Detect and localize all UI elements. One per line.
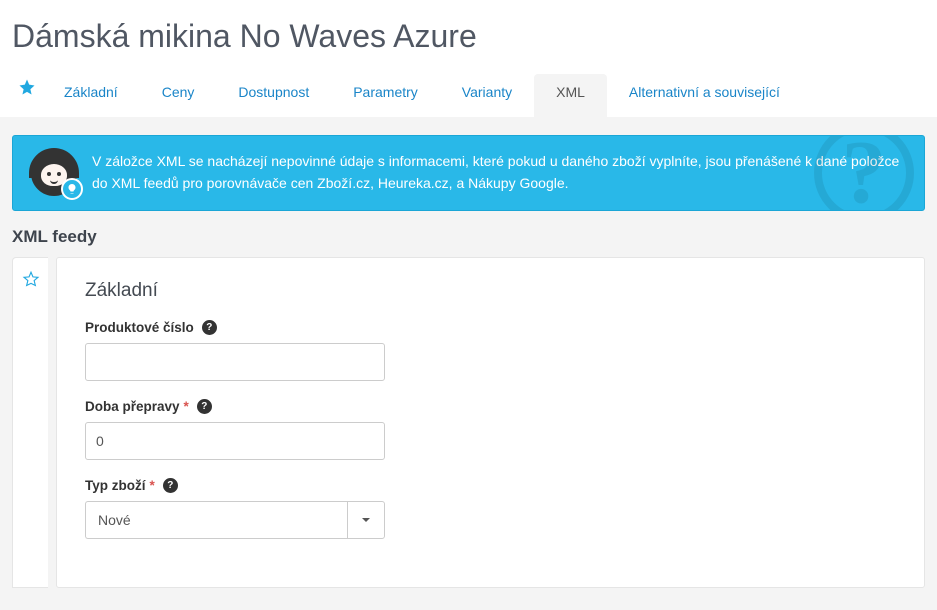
required-marker: * xyxy=(150,478,155,493)
label-goods-type: Typ zboží * ? xyxy=(85,478,896,493)
field-goods-type: Typ zboží * ? Nové xyxy=(85,478,896,539)
content-area: V záložce XML se nacházejí nepovinné úda… xyxy=(0,117,937,600)
page-header: Dámská mikina No Waves Azure Základní Ce… xyxy=(0,0,937,117)
tab-dostupnost[interactable]: Dostupnost xyxy=(216,74,331,118)
delivery-time-input[interactable] xyxy=(85,422,385,460)
info-banner: V záložce XML se nacházejí nepovinné úda… xyxy=(12,135,925,211)
field-delivery-time: Doba přepravy * ? xyxy=(85,399,896,460)
section-heading: XML feedy xyxy=(12,227,925,247)
goods-type-value: Nové xyxy=(85,501,347,539)
form-panel: Základní Produktové číslo ? Doba přeprav… xyxy=(56,257,925,588)
help-icon[interactable]: ? xyxy=(163,478,178,493)
tab-zakladni[interactable]: Základní xyxy=(42,74,140,118)
bulb-icon xyxy=(61,178,83,200)
panel-row: Základní Produktové číslo ? Doba přeprav… xyxy=(12,257,925,588)
tab-xml[interactable]: XML xyxy=(534,74,607,118)
side-star-tab[interactable] xyxy=(12,257,48,588)
avatar xyxy=(31,150,77,196)
info-banner-text: V záložce XML se nacházejí nepovinné úda… xyxy=(92,151,906,194)
goods-type-select[interactable]: Nové xyxy=(85,501,385,539)
help-icon[interactable]: ? xyxy=(202,320,217,335)
help-icon[interactable]: ? xyxy=(197,399,212,414)
tab-varianty[interactable]: Varianty xyxy=(440,74,534,118)
field-product-number: Produktové číslo ? xyxy=(85,320,896,381)
form-group-title: Základní xyxy=(85,280,896,302)
product-number-input[interactable] xyxy=(85,343,385,381)
select-toggle-button[interactable] xyxy=(347,501,385,539)
required-marker: * xyxy=(184,399,189,414)
star-icon[interactable] xyxy=(12,78,42,112)
tab-alternativni[interactable]: Alternativní a související xyxy=(607,74,802,118)
star-outline-icon xyxy=(22,270,40,288)
page-title: Dámská mikina No Waves Azure xyxy=(12,18,925,55)
tab-parametry[interactable]: Parametry xyxy=(331,74,440,118)
label-delivery-time: Doba přepravy * ? xyxy=(85,399,896,414)
tab-ceny[interactable]: Ceny xyxy=(140,74,217,118)
tabs: Základní Ceny Dostupnost Parametry Varia… xyxy=(12,73,925,117)
chevron-down-icon xyxy=(361,515,371,525)
label-product-number: Produktové číslo ? xyxy=(85,320,896,335)
